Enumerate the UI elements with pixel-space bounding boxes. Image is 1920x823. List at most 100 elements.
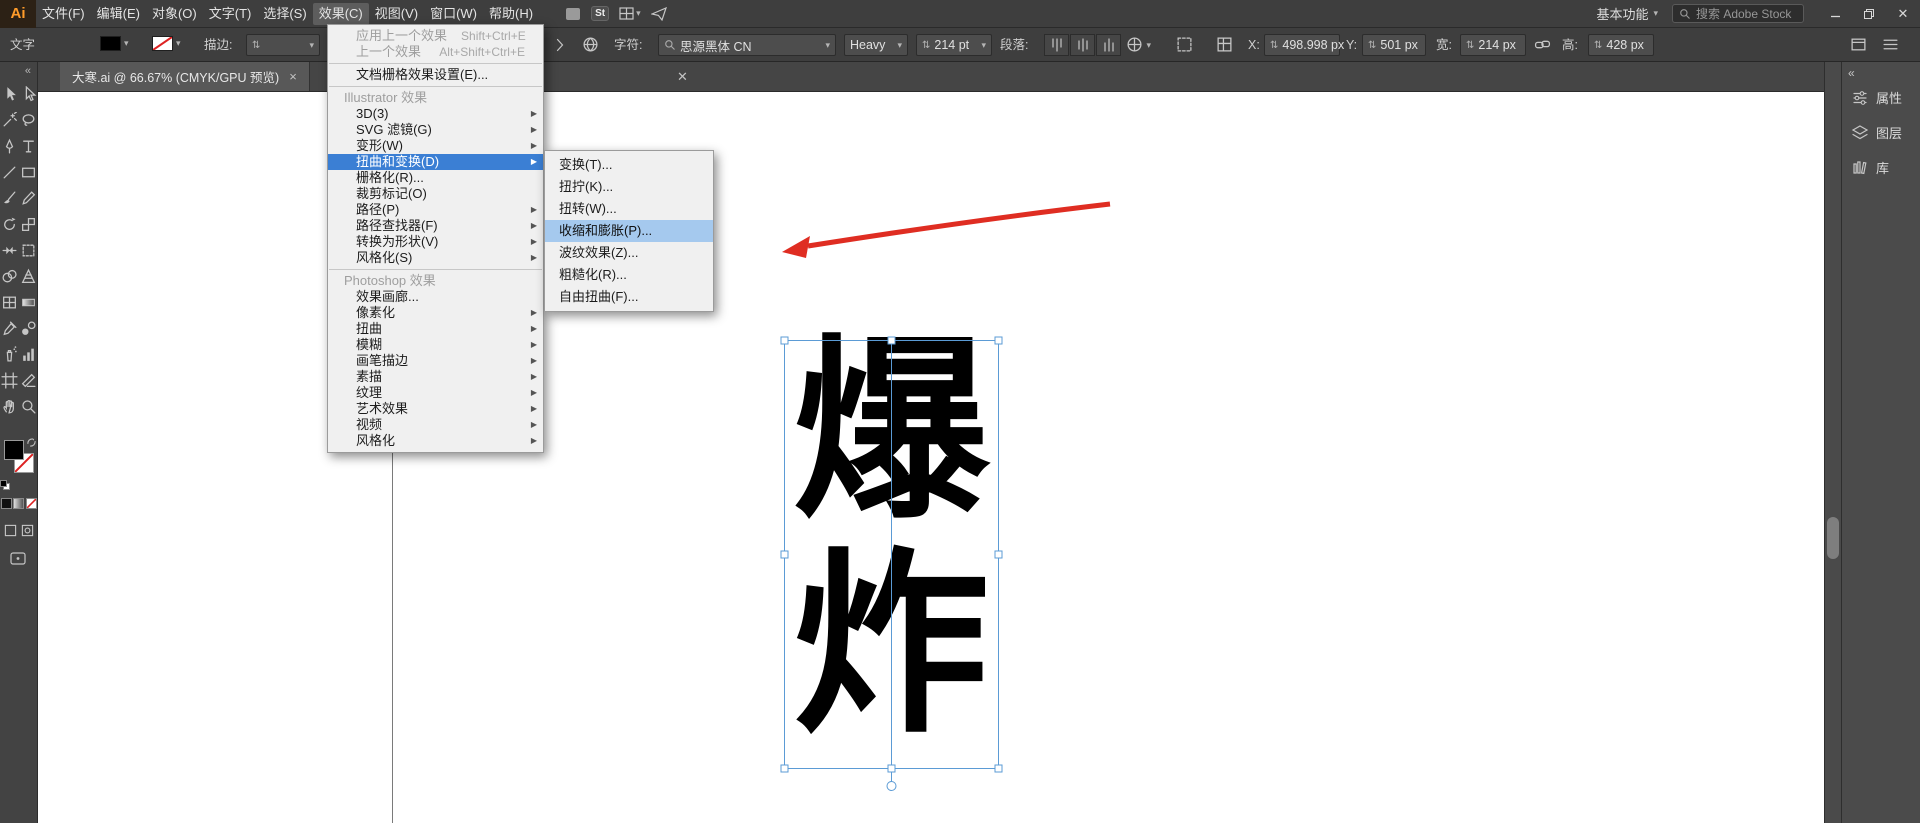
chevron-down-icon[interactable]: ▾ bbox=[981, 40, 986, 51]
chevron-down-icon[interactable]: ▾ bbox=[309, 40, 314, 51]
rotate-tool[interactable] bbox=[0, 211, 19, 237]
stroke-weight-field[interactable]: ⇅ ▾ bbox=[246, 34, 320, 56]
menu-item-stylize[interactable]: 风格化(S) ▶ bbox=[328, 250, 543, 266]
hand-tool[interactable] bbox=[0, 393, 19, 419]
submenu-item-pucker-and-bloat[interactable]: 收缩和膨胀(P)... bbox=[545, 220, 713, 242]
swap-fill-stroke-icon[interactable] bbox=[27, 438, 36, 447]
menu-item-distort[interactable]: 扭曲 ▶ bbox=[328, 321, 543, 337]
workspace-switcher[interactable]: 基本功能 ▾ bbox=[1596, 4, 1658, 23]
expand-panels-icon[interactable]: « bbox=[1842, 62, 1920, 80]
stroke-none-swatch[interactable] bbox=[152, 36, 173, 51]
menu-item-effect-gallery[interactable]: 效果画廊... bbox=[328, 289, 543, 305]
chevron-down-icon[interactable]: ▾ bbox=[124, 38, 129, 49]
menu-icon[interactable] bbox=[1882, 36, 1899, 53]
globe-icon[interactable] bbox=[582, 36, 599, 53]
panel-options-icon[interactable] bbox=[1850, 36, 1867, 53]
stock-search-input[interactable]: 搜索 Adobe Stock bbox=[1672, 4, 1804, 23]
stepper-icon[interactable]: ⇅ bbox=[1466, 40, 1474, 51]
blend-tool[interactable] bbox=[19, 315, 38, 341]
none-button[interactable] bbox=[26, 498, 38, 509]
type-path-end-handle[interactable] bbox=[886, 781, 897, 791]
font-style-dropdown[interactable]: Heavy ▾ bbox=[844, 34, 908, 56]
width-field[interactable]: ⇅ 214 px bbox=[1460, 34, 1526, 56]
menu-item-pixelate[interactable]: 像素化 ▶ bbox=[328, 305, 543, 321]
tab-close-icon[interactable]: × bbox=[289, 69, 297, 84]
fill-indicator-swatch[interactable] bbox=[4, 440, 24, 460]
type-tool[interactable] bbox=[19, 133, 38, 159]
line-segment-tool[interactable] bbox=[0, 159, 19, 185]
menu-item-pathfinder[interactable]: 路径查找器(F) ▶ bbox=[328, 218, 543, 234]
adobe-stock-icon[interactable]: St bbox=[591, 5, 610, 23]
menu-item-svg-filters[interactable]: SVG 滤镜(G) ▶ bbox=[328, 122, 543, 138]
magic-wand-tool[interactable] bbox=[0, 107, 19, 133]
align-bottom-button[interactable] bbox=[1096, 34, 1121, 56]
align-panel-icon[interactable] bbox=[1216, 36, 1233, 53]
submenu-item-tweak[interactable]: 扭拧(K)... bbox=[545, 176, 713, 198]
submenu-item-roughen[interactable]: 粗糙化(R)... bbox=[545, 264, 713, 286]
restore-button[interactable] bbox=[1852, 0, 1886, 28]
menu-item-convert-to-shape[interactable]: 转换为形状(V) ▶ bbox=[328, 234, 543, 250]
stepper-icon[interactable]: ⇅ bbox=[922, 40, 930, 51]
symbol-sprayer-tool[interactable] bbox=[0, 341, 19, 367]
font-size-field[interactable]: ⇅ 214 pt ▾ bbox=[916, 34, 992, 56]
dock-item-libraries[interactable]: 库 bbox=[1842, 150, 1920, 185]
scrollbar-thumb[interactable] bbox=[1827, 517, 1839, 559]
artboard-tool[interactable] bbox=[0, 367, 19, 393]
width-tool[interactable] bbox=[0, 237, 19, 263]
hidden-tab-close-icon[interactable]: ✕ bbox=[677, 62, 688, 91]
chevron-down-icon[interactable]: ▾ bbox=[176, 38, 181, 49]
stepper-icon[interactable]: ⇅ bbox=[252, 40, 260, 51]
menubar-item-object[interactable]: 对象(O) bbox=[146, 3, 203, 25]
menu-item-blur[interactable]: 模糊 ▶ bbox=[328, 337, 543, 353]
menu-item-3d[interactable]: 3D(3) ▶ bbox=[328, 106, 543, 122]
x-position-field[interactable]: ⇅ 498.998 px bbox=[1264, 34, 1344, 56]
more-options-chevron-icon[interactable] bbox=[556, 38, 564, 52]
menu-item-sketch[interactable]: 素描 ▶ bbox=[328, 369, 543, 385]
menu-item-stylize-ps[interactable]: 风格化 ▶ bbox=[328, 433, 543, 449]
align-top-button[interactable] bbox=[1044, 34, 1069, 56]
free-transform-tool[interactable] bbox=[19, 237, 38, 263]
draw-normal-icon[interactable] bbox=[4, 524, 17, 537]
menubar-item-type[interactable]: 文字(T) bbox=[203, 3, 258, 25]
color-button[interactable] bbox=[0, 498, 12, 509]
column-graph-tool[interactable] bbox=[19, 341, 38, 367]
menu-item-path[interactable]: 路径(P) ▶ bbox=[328, 202, 543, 218]
web-globe-dropdown-icon[interactable]: ▾ bbox=[1126, 36, 1151, 53]
menu-item-document-raster-effects-settings[interactable]: 文档栅格效果设置(E)... bbox=[328, 67, 543, 83]
menu-item-warp[interactable]: 变形(W) ▶ bbox=[328, 138, 543, 154]
menu-item-rasterize[interactable]: 栅格化(R)... bbox=[328, 170, 543, 186]
direct-selection-tool[interactable] bbox=[19, 81, 38, 107]
draw-behind-icon[interactable] bbox=[21, 524, 34, 537]
submenu-item-twist[interactable]: 扭转(W)... bbox=[545, 198, 713, 220]
zoom-tool[interactable] bbox=[19, 393, 38, 419]
stroke-color-control[interactable]: ▾ bbox=[152, 36, 181, 51]
vertical-scrollbar[interactable] bbox=[1824, 62, 1841, 823]
mesh-tool[interactable] bbox=[0, 289, 19, 315]
chevron-down-icon[interactable]: ▾ bbox=[825, 40, 830, 51]
fill-color-control[interactable]: ▾ bbox=[100, 36, 129, 51]
collapse-toolbar-icon[interactable]: « bbox=[0, 62, 37, 77]
share-icon[interactable] bbox=[650, 5, 667, 23]
dock-item-properties[interactable]: 属性 bbox=[1842, 80, 1920, 115]
font-family-dropdown[interactable]: 思源黑体 CN ▾ bbox=[658, 34, 836, 56]
menu-item-video[interactable]: 视频 ▶ bbox=[328, 417, 543, 433]
submenu-item-transform[interactable]: 变换(T)... bbox=[545, 154, 713, 176]
menu-item-brush-strokes[interactable]: 画笔描边 ▶ bbox=[328, 353, 543, 369]
dashed-box-icon[interactable] bbox=[1176, 36, 1193, 53]
eyedropper-tool[interactable] bbox=[0, 315, 19, 341]
height-field[interactable]: ⇅ 428 px bbox=[1588, 34, 1654, 56]
document-tab[interactable]: 大寒.ai @ 66.67% (CMYK/GPU 预览) × bbox=[60, 62, 310, 91]
canvas[interactable]: 爆 炸 bbox=[38, 92, 1824, 823]
stepper-icon[interactable]: ⇅ bbox=[1594, 40, 1602, 51]
workspace-icon[interactable] bbox=[565, 5, 581, 23]
submenu-item-free-distort[interactable]: 自由扭曲(F)... bbox=[545, 286, 713, 308]
default-fill-stroke-icon[interactable] bbox=[0, 480, 10, 490]
gradient-button[interactable] bbox=[13, 498, 25, 509]
arrange-documents-icon[interactable]: ▾ bbox=[619, 5, 641, 23]
slice-tool[interactable] bbox=[19, 367, 38, 393]
menu-item-distort-and-transform[interactable]: 扭曲和变换(D) ▶ bbox=[328, 154, 543, 170]
paintbrush-tool[interactable] bbox=[0, 185, 19, 211]
scale-tool[interactable] bbox=[19, 211, 38, 237]
menubar-item-view[interactable]: 视图(V) bbox=[369, 3, 424, 25]
menubar-item-effect[interactable]: 效果(C) bbox=[312, 2, 369, 25]
